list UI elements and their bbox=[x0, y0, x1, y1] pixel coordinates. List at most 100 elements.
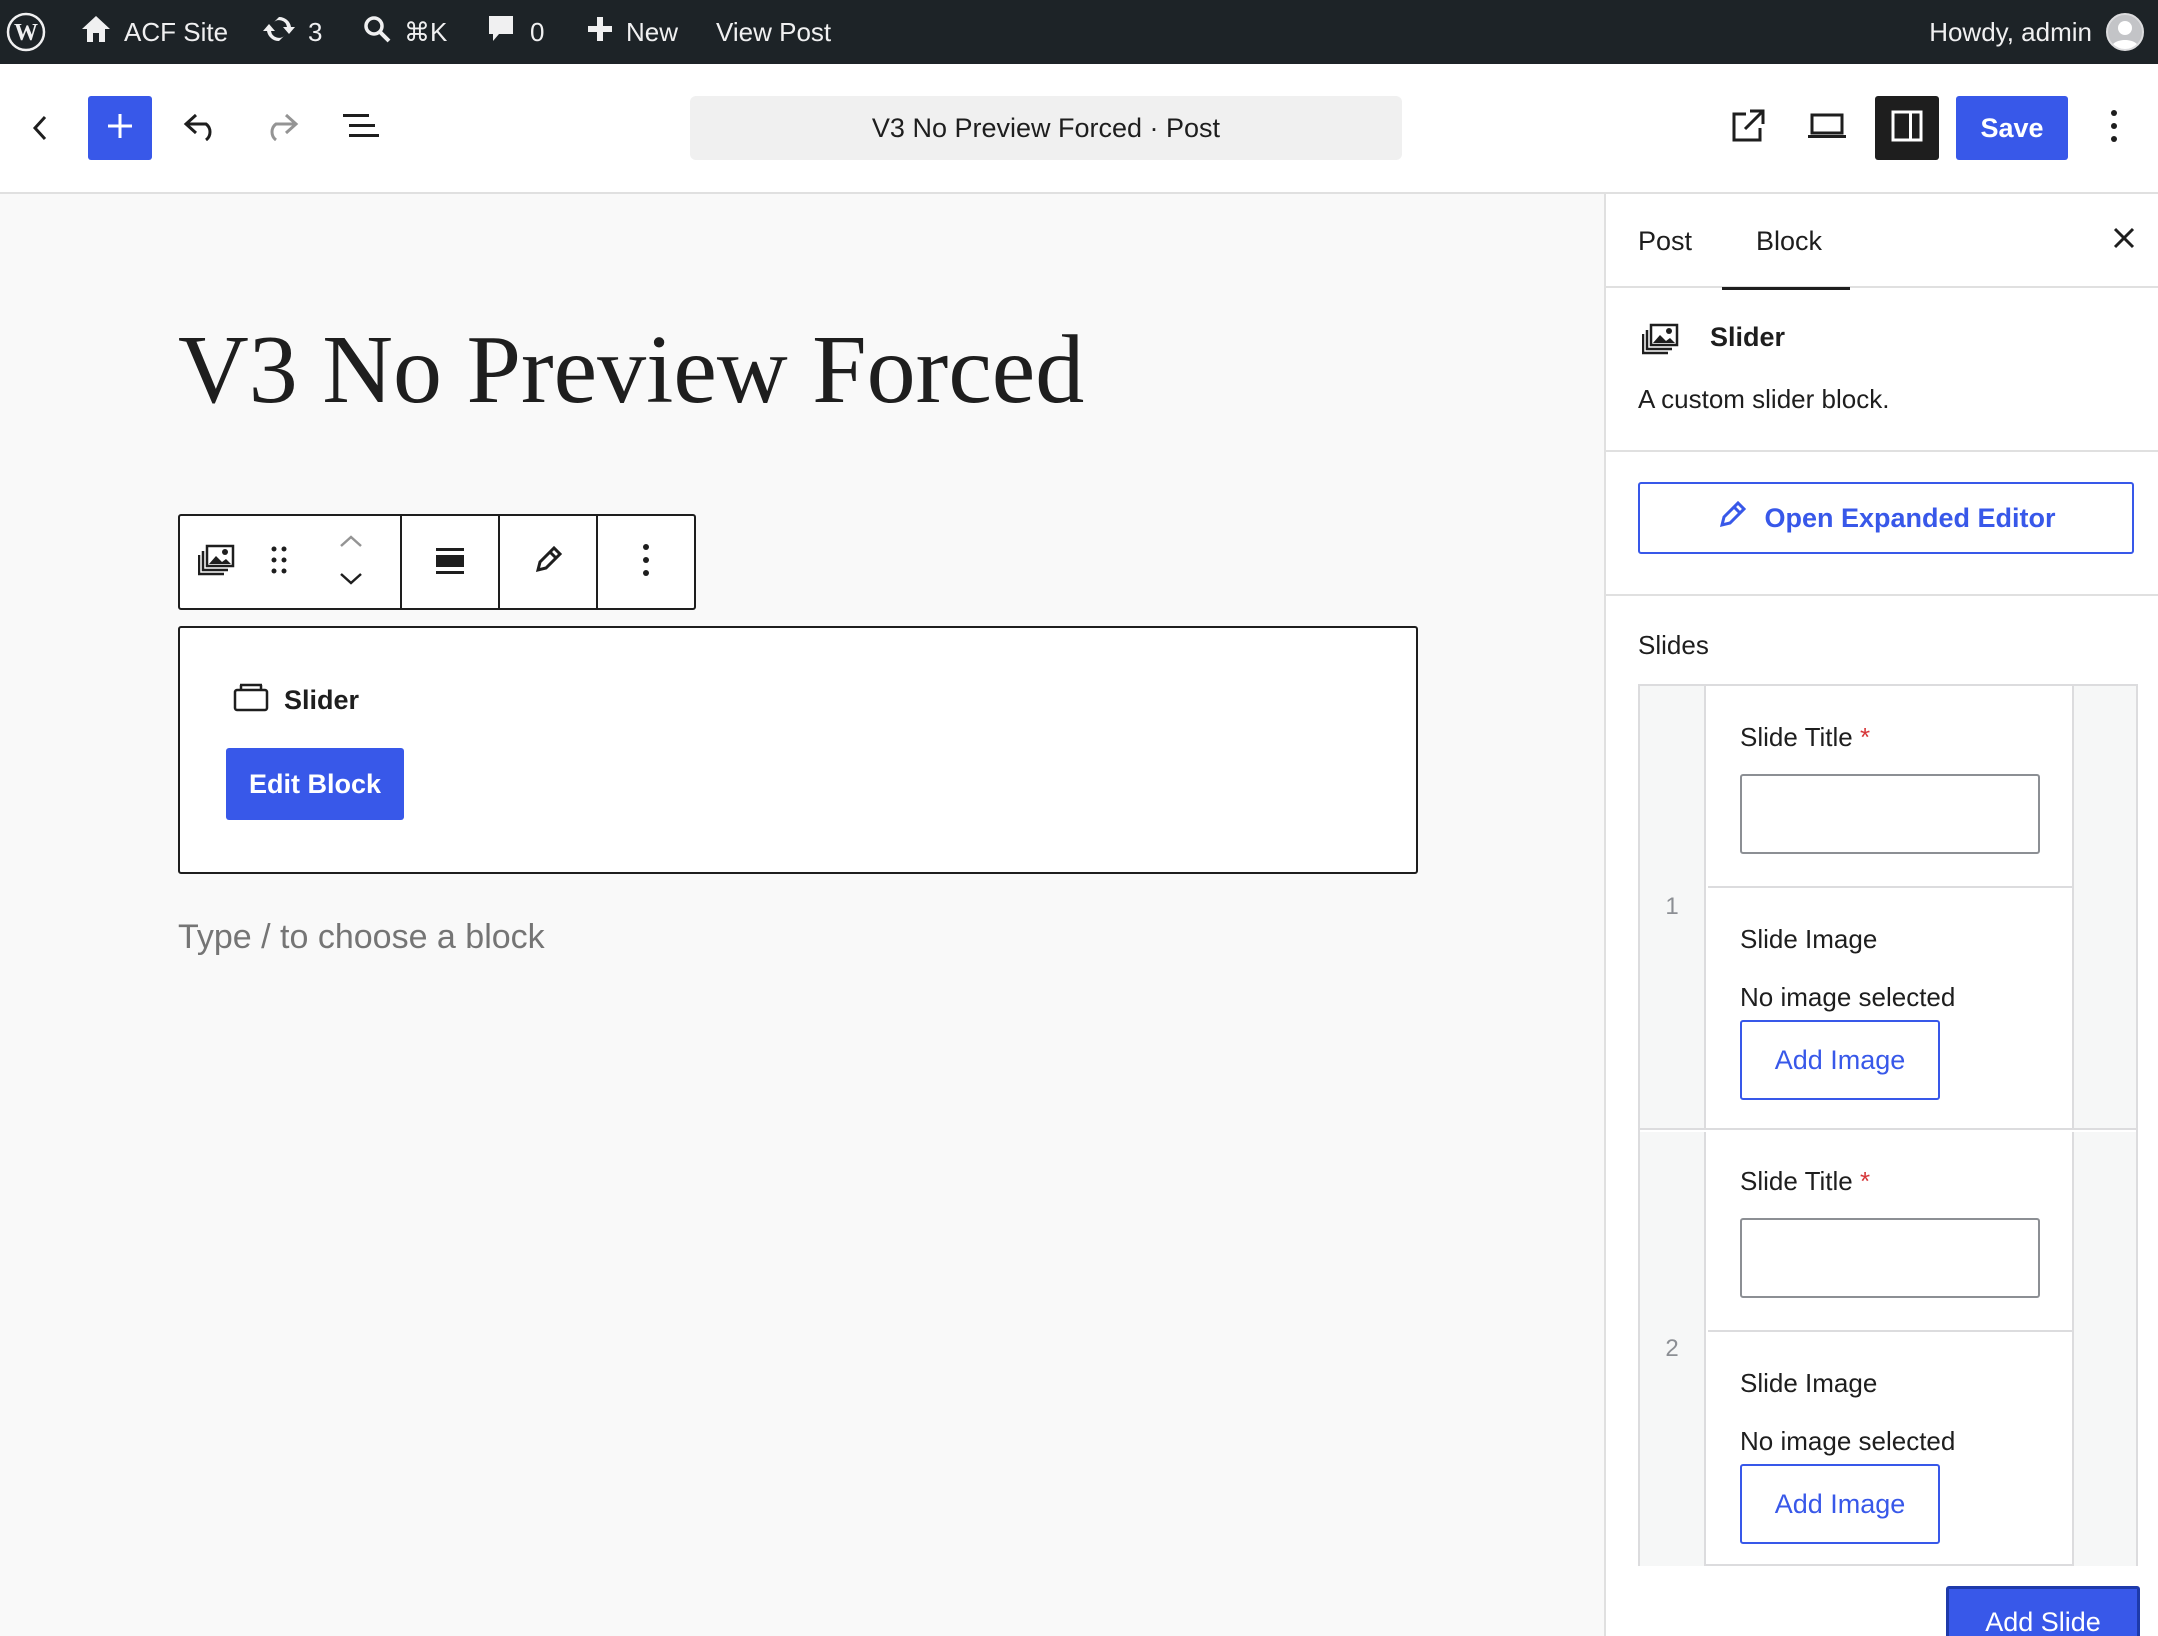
updates-count: 3 bbox=[308, 16, 323, 47]
post-title[interactable]: V3 No Preview Forced bbox=[178, 314, 1084, 426]
chevron-down-icon[interactable] bbox=[339, 572, 363, 590]
add-image-button[interactable]: Add Image bbox=[1740, 1020, 1940, 1100]
block-toolbar bbox=[178, 514, 696, 610]
preview-button[interactable] bbox=[1802, 104, 1852, 152]
tab-block[interactable]: Block bbox=[1721, 194, 1851, 290]
document-title-bar[interactable]: V3 No Preview Forced · Post bbox=[690, 96, 1402, 160]
close-sidebar-button[interactable] bbox=[2102, 218, 2146, 262]
drag-handle[interactable] bbox=[254, 516, 304, 608]
editor-canvas: V3 No Preview Forced Slider Edit Block T… bbox=[0, 194, 1604, 1636]
block-card: Slider A custom slider block. bbox=[1606, 288, 2158, 452]
block-mover[interactable] bbox=[304, 516, 398, 608]
slide-title-input[interactable] bbox=[1740, 1218, 2040, 1298]
no-image-text: No image selected bbox=[1740, 982, 1956, 1012]
more-group bbox=[598, 516, 694, 608]
editor-header: V3 No Preview Forced · Post Save bbox=[0, 64, 2158, 194]
block-options-button[interactable] bbox=[599, 516, 693, 608]
open-expanded-editor-button[interactable]: Open Expanded Editor bbox=[1638, 482, 2134, 554]
howdy-greeting: Howdy, admin bbox=[1929, 16, 2092, 47]
plus-icon bbox=[105, 111, 135, 146]
options-button[interactable] bbox=[2096, 104, 2132, 152]
document-overview-button[interactable] bbox=[336, 104, 386, 152]
desktop-icon bbox=[1807, 111, 1847, 146]
external-link-icon bbox=[1730, 108, 1766, 149]
save-button[interactable]: Save bbox=[1956, 96, 2068, 160]
comment-bubble-icon bbox=[486, 13, 516, 52]
command-palette-link[interactable]: ⌘K bbox=[362, 0, 447, 64]
row-actions[interactable] bbox=[2072, 686, 2136, 1128]
plus-icon bbox=[586, 15, 614, 50]
home-icon bbox=[80, 13, 112, 52]
sidebar-icon bbox=[1890, 109, 1924, 148]
slide-image-field: Slide Image No image selected Add Image bbox=[1708, 1334, 2072, 1566]
slide-title-field: Slide Title * bbox=[1708, 1132, 2072, 1332]
block-appender-placeholder[interactable]: Type / to choose a block bbox=[178, 918, 545, 957]
redo-button[interactable] bbox=[256, 104, 304, 152]
search-icon bbox=[362, 14, 392, 51]
edit-group bbox=[500, 516, 598, 608]
avatar bbox=[2106, 13, 2144, 51]
slide-title-label: Slide Title * bbox=[1740, 722, 1871, 752]
pencil-icon bbox=[532, 544, 564, 581]
view-post-link[interactable]: View Post bbox=[716, 0, 831, 64]
site-name: ACF Site bbox=[124, 16, 229, 47]
view-post-button[interactable] bbox=[1724, 104, 1772, 152]
row-handle[interactable]: 2 bbox=[1640, 1132, 1706, 1566]
slider-block[interactable]: Slider Edit Block bbox=[178, 626, 1418, 874]
slides-repeater: 1 Slide Title * Slide Image No image sel… bbox=[1638, 684, 2138, 1566]
align-group bbox=[402, 516, 500, 608]
slider-block-title: Slider bbox=[284, 685, 360, 715]
svg-text:W: W bbox=[14, 20, 38, 46]
block-type-switcher[interactable] bbox=[180, 516, 254, 608]
undo-button[interactable] bbox=[178, 104, 226, 152]
site-name-link[interactable]: ACF Site bbox=[80, 0, 228, 64]
block-card-title: Slider bbox=[1710, 322, 1786, 352]
refresh-icon bbox=[262, 12, 296, 53]
repeater-row: 2 Slide Title * Slide Image No image sel… bbox=[1640, 1132, 2136, 1566]
pencil-icon bbox=[1716, 499, 1748, 538]
new-label: New bbox=[626, 16, 679, 47]
updates-link[interactable]: 3 bbox=[262, 0, 322, 64]
admin-bar: W ACF Site 3 ⌘K 0 New View Post Howdy, a… bbox=[0, 0, 2158, 64]
slide-image-label: Slide Image bbox=[1740, 1368, 1878, 1398]
slides-icon bbox=[232, 682, 270, 719]
more-vertical-icon bbox=[642, 543, 650, 582]
gallery-icon bbox=[197, 543, 236, 582]
align-button[interactable] bbox=[402, 516, 498, 608]
slide-image-label: Slide Image bbox=[1740, 924, 1878, 954]
expanded-editor-section: Open Expanded Editor bbox=[1606, 452, 2158, 596]
row-index: 2 bbox=[1665, 1335, 1679, 1362]
block-inserter-button[interactable] bbox=[88, 96, 152, 160]
gallery-icon bbox=[1641, 322, 1680, 361]
row-handle[interactable]: 1 bbox=[1640, 686, 1706, 1128]
align-wide-icon bbox=[434, 544, 466, 581]
block-card-description: A custom slider block. bbox=[1638, 384, 1890, 414]
comments-link[interactable]: 0 bbox=[486, 0, 544, 64]
slide-title-input[interactable] bbox=[1740, 774, 2040, 854]
required-mark: * bbox=[1859, 722, 1871, 752]
drag-dots-icon bbox=[269, 544, 289, 581]
chevron-up-icon[interactable] bbox=[339, 534, 363, 552]
slide-title-field: Slide Title * bbox=[1708, 686, 2072, 888]
more-vertical-icon bbox=[2110, 109, 2118, 148]
edit-block-button[interactable]: Edit Block bbox=[226, 748, 404, 820]
settings-sidebar: Post Block Slider A custom slider block.… bbox=[1604, 194, 2158, 1636]
add-slide-button[interactable]: Add Slide bbox=[1946, 1586, 2140, 1636]
account-menu[interactable]: Howdy, admin bbox=[1929, 0, 2144, 64]
settings-sidebar-toggle[interactable] bbox=[1875, 96, 1939, 160]
slides-field-label: Slides bbox=[1638, 630, 1709, 660]
no-image-text: No image selected bbox=[1740, 1426, 1956, 1456]
wordpress-logo-icon[interactable]: W bbox=[6, 0, 46, 64]
back-chevron-icon[interactable] bbox=[18, 104, 62, 152]
search-shortcut: ⌘K bbox=[404, 16, 448, 47]
slide-image-field: Slide Image No image selected Add Image bbox=[1708, 890, 2072, 1130]
tab-post[interactable]: Post bbox=[1638, 194, 1692, 288]
undo-icon bbox=[182, 111, 222, 146]
add-image-button[interactable]: Add Image bbox=[1740, 1464, 1940, 1544]
slider-block-label: Slider bbox=[232, 682, 359, 719]
new-content-link[interactable]: New bbox=[586, 0, 678, 64]
row-actions[interactable] bbox=[2072, 1132, 2136, 1566]
list-view-icon bbox=[341, 112, 381, 145]
edit-button[interactable] bbox=[500, 516, 596, 608]
row-index: 1 bbox=[1665, 893, 1679, 920]
